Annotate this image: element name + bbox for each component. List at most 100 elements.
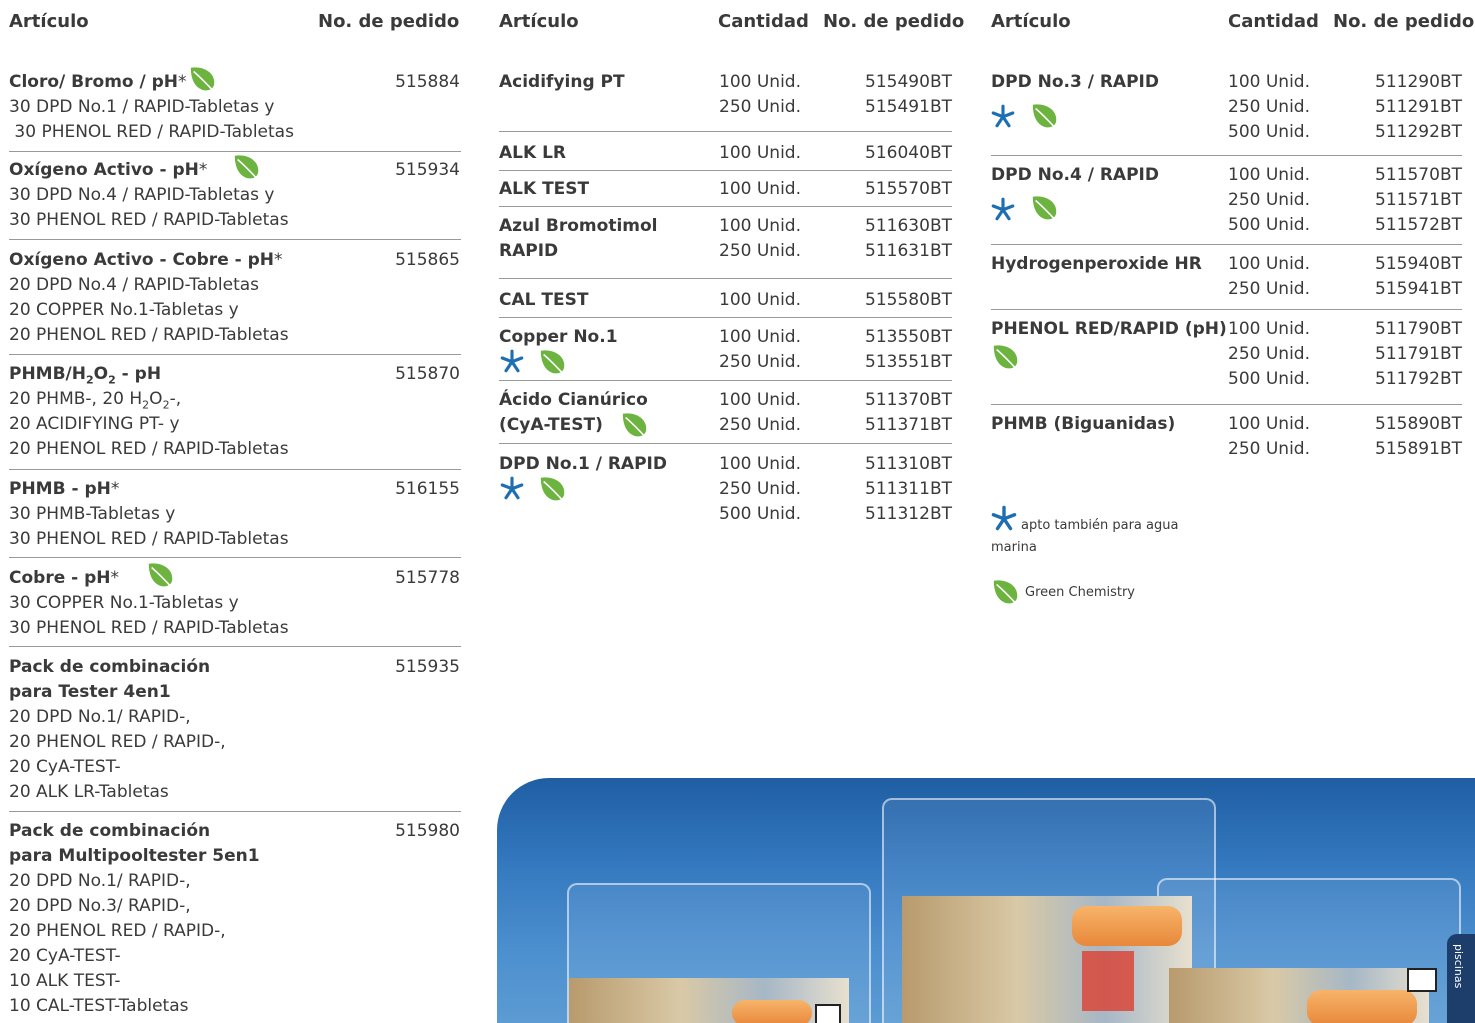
product-desc: 20 CyA-TEST- bbox=[9, 946, 121, 966]
divider bbox=[499, 170, 952, 171]
product-title: Hydrogenperoxide HR bbox=[991, 254, 1202, 274]
order-number: 511631BT bbox=[865, 241, 952, 261]
leaf-icon bbox=[538, 474, 568, 504]
col3-header-pedido: No. de pedido bbox=[1333, 11, 1475, 32]
leaf-icon bbox=[538, 347, 568, 377]
product-title: para Tester 4en1 bbox=[9, 682, 171, 702]
quantity: 250 Unid. bbox=[719, 97, 801, 117]
product-desc: 30 PHENOL RED / RAPID-Tabletas bbox=[9, 529, 289, 549]
quantity: 100 Unid. bbox=[719, 390, 801, 410]
quantity: 100 Unid. bbox=[1228, 254, 1310, 274]
product-desc: 20 COPPER No.1-Tabletas y bbox=[9, 300, 239, 320]
asterisk: * bbox=[198, 160, 208, 180]
leaf-icon bbox=[146, 560, 176, 590]
order-number: 511291BT bbox=[1375, 97, 1462, 117]
quantity: 500 Unid. bbox=[1228, 369, 1310, 389]
quantity: 250 Unid. bbox=[719, 241, 801, 261]
product-title: ALK TEST bbox=[499, 179, 590, 199]
order-number: 515934 bbox=[395, 160, 460, 180]
product-title: Azul Bromotimol bbox=[499, 216, 658, 236]
order-number: 515580BT bbox=[865, 290, 952, 310]
star-icon bbox=[991, 197, 1015, 221]
quantity: 100 Unid. bbox=[1228, 319, 1310, 339]
product-desc: 30 PHENOL RED / RAPID-Tabletas bbox=[9, 210, 289, 230]
quantity: 250 Unid. bbox=[1228, 439, 1310, 459]
legend-star-text: apto también para agua bbox=[1021, 518, 1179, 533]
product-title: ALK LR bbox=[499, 143, 567, 163]
order-number: 515891BT bbox=[1375, 439, 1462, 459]
divider bbox=[499, 443, 952, 444]
asterisk: * bbox=[110, 568, 120, 588]
product-title: Pack de combinación bbox=[9, 657, 211, 677]
order-number: 516040BT bbox=[865, 143, 952, 163]
quantity: 500 Unid. bbox=[1228, 122, 1310, 142]
order-number: 515980 bbox=[395, 821, 460, 841]
quantity: 100 Unid. bbox=[719, 72, 801, 92]
divider bbox=[9, 646, 461, 647]
product-desc: 30 COPPER No.1-Tabletas y bbox=[9, 593, 239, 613]
star-icon bbox=[500, 349, 524, 373]
divider bbox=[9, 239, 461, 240]
order-number: 516155 bbox=[395, 479, 460, 499]
quantity: 250 Unid. bbox=[1228, 279, 1310, 299]
order-number: 511790BT bbox=[1375, 319, 1462, 339]
order-number: 511570BT bbox=[1375, 165, 1462, 185]
quantity: 100 Unid. bbox=[1228, 165, 1310, 185]
order-number: 515870 bbox=[395, 364, 460, 384]
leaf-icon bbox=[1030, 193, 1060, 223]
divider bbox=[991, 309, 1462, 310]
divider bbox=[991, 404, 1462, 405]
quantity: 500 Unid. bbox=[719, 504, 801, 524]
product-desc: 20 PHENOL RED / RAPID-Tabletas bbox=[9, 439, 289, 459]
order-number: 515865 bbox=[395, 250, 460, 270]
legend-star-text-2: marina bbox=[991, 540, 1037, 555]
quantity: 250 Unid. bbox=[1228, 190, 1310, 210]
order-number: 511292BT bbox=[1375, 122, 1462, 142]
product-desc: 10 ALK TEST- bbox=[9, 971, 121, 991]
product-title: para Multipooltester 5en1 bbox=[9, 846, 260, 866]
product-photo bbox=[497, 778, 1475, 1023]
divider bbox=[499, 317, 952, 318]
order-number: 511310BT bbox=[865, 454, 952, 474]
order-number: 515778 bbox=[395, 568, 460, 588]
product-desc: 20 PHENOL RED / RAPID-, bbox=[9, 921, 226, 941]
product-title: DPD No.4 / RAPID bbox=[991, 165, 1159, 185]
quantity: 100 Unid. bbox=[719, 327, 801, 347]
quantity: 100 Unid. bbox=[719, 179, 801, 199]
order-number: 511370BT bbox=[865, 390, 952, 410]
product-title: (CyA-TEST) bbox=[499, 415, 603, 435]
col3-header-articulo: Artículo bbox=[991, 11, 1071, 32]
leaf-icon bbox=[991, 342, 1021, 372]
quantity: 250 Unid. bbox=[719, 352, 801, 372]
quantity: 100 Unid. bbox=[719, 454, 801, 474]
asterisk: * bbox=[178, 72, 187, 92]
product-title: PHMB - pH bbox=[9, 479, 111, 499]
order-number: 511371BT bbox=[865, 415, 952, 435]
product-desc: 20 ACIDIFYING PT- y bbox=[9, 414, 180, 434]
divider bbox=[9, 811, 461, 812]
quantity: 500 Unid. bbox=[1228, 215, 1310, 235]
star-icon bbox=[991, 505, 1017, 531]
order-number: 511791BT bbox=[1375, 344, 1462, 364]
divider bbox=[9, 354, 461, 355]
product-desc: 20 CyA-TEST- bbox=[9, 757, 121, 777]
product-title: CAL TEST bbox=[499, 290, 589, 310]
quantity: 250 Unid. bbox=[1228, 344, 1310, 364]
product-title: Oxígeno Activo - pH bbox=[9, 160, 199, 180]
order-number: 515941BT bbox=[1375, 279, 1462, 299]
quantity: 100 Unid. bbox=[719, 290, 801, 310]
col1-header-pedido: No. de pedido bbox=[318, 11, 460, 32]
product-title: Pack de combinación bbox=[9, 821, 211, 841]
order-number: 511630BT bbox=[865, 216, 952, 236]
quantity: 250 Unid. bbox=[1228, 97, 1310, 117]
col2-header-articulo: Artículo bbox=[499, 11, 579, 32]
product-title: Cloro/ Bromo / pH bbox=[9, 72, 179, 92]
product-title: DPD No.1 / RAPID bbox=[499, 454, 667, 474]
leaf-icon bbox=[188, 64, 218, 94]
product-desc: 20 DPD No.4 / RAPID-Tabletas bbox=[9, 275, 260, 295]
quantity: 100 Unid. bbox=[719, 216, 801, 236]
product-title: Cobre - pH bbox=[9, 568, 111, 588]
product-desc: 30 PHENOL RED / RAPID-Tabletas bbox=[9, 122, 294, 142]
quantity: 250 Unid. bbox=[719, 479, 801, 499]
asterisk: * bbox=[110, 479, 120, 499]
